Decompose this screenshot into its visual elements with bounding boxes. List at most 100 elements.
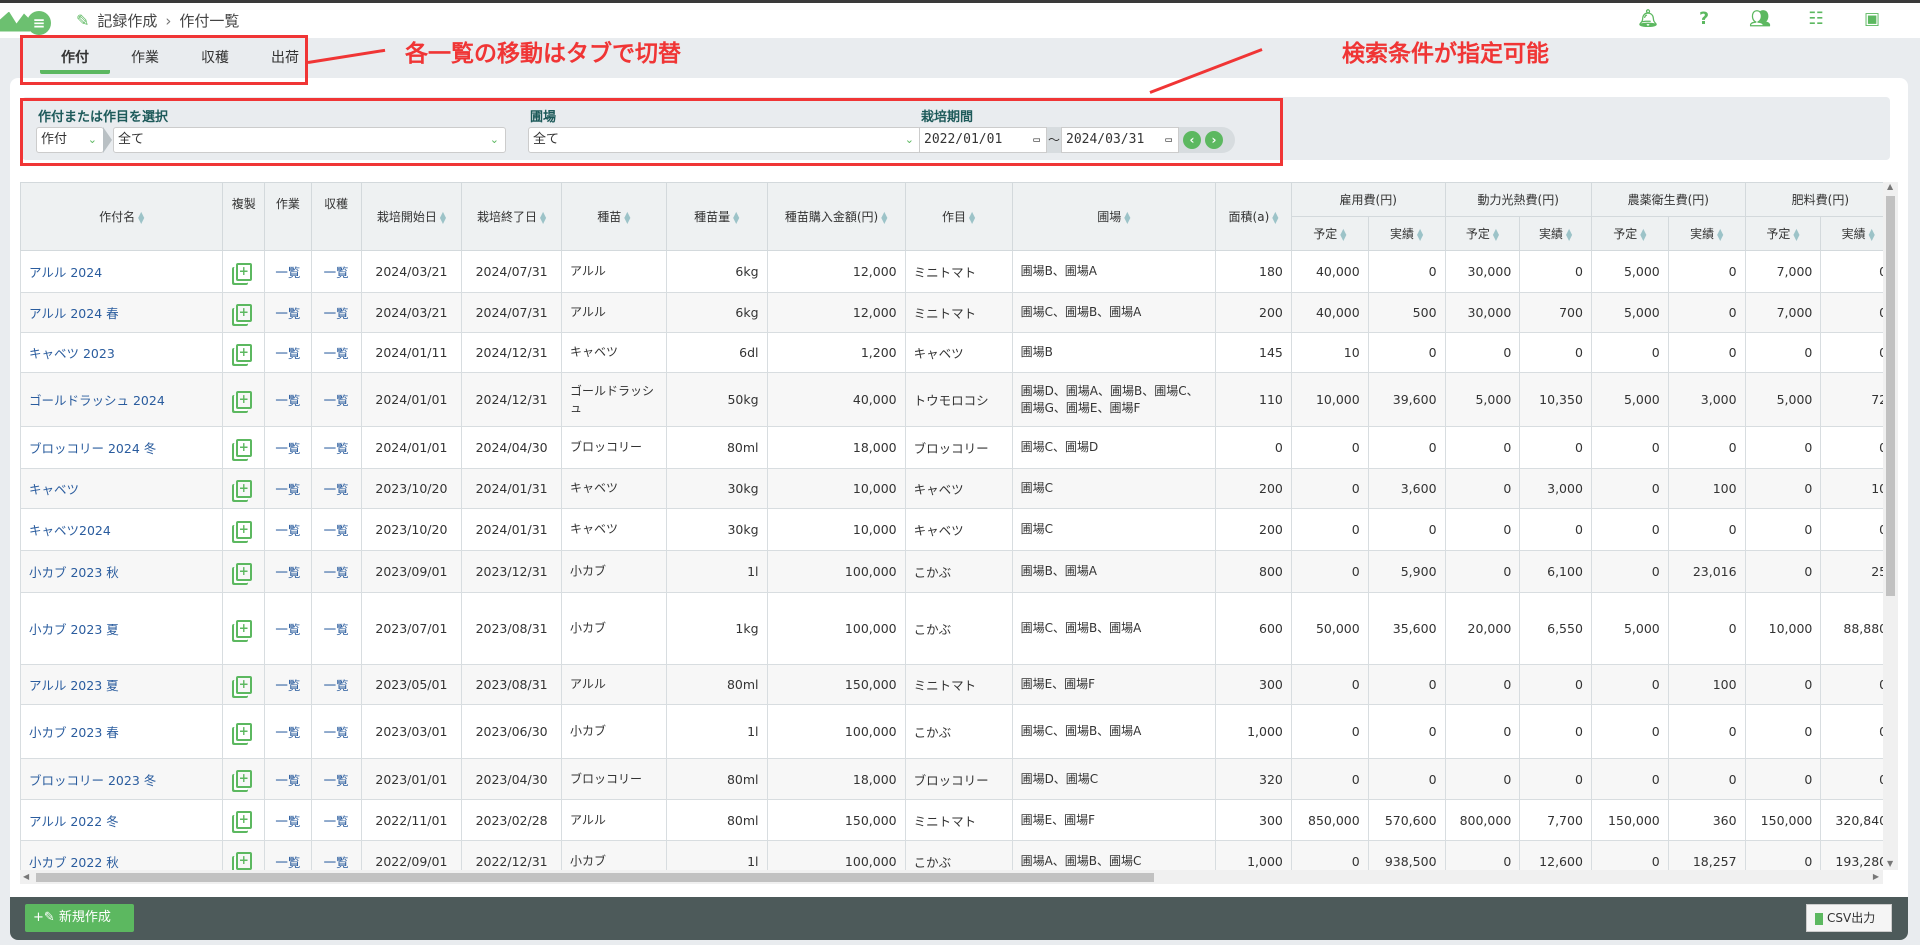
column-header[interactable]: 種苗 ▲ ▼: [560, 182, 667, 251]
help-icon[interactable]: ?: [1676, 9, 1732, 29]
work-list-link[interactable]: 一覧: [275, 393, 300, 408]
crop-name-link[interactable]: アルル 2024: [29, 265, 102, 280]
scroll-thumb[interactable]: [1886, 196, 1895, 596]
crop-name-link[interactable]: ブロッコリー 2023 冬: [29, 773, 156, 788]
copy-icon[interactable]: +: [235, 390, 252, 409]
copy-icon[interactable]: +: [235, 852, 252, 870]
sort-icon[interactable]: ▲ ▼: [1417, 227, 1423, 241]
sort-icon[interactable]: ▲ ▼: [1793, 227, 1799, 241]
column-header[interactable]: 面積(a) ▲ ▼: [1215, 182, 1292, 251]
sort-icon[interactable]: ▲ ▼: [624, 210, 630, 224]
sort-icon[interactable]: ▲ ▼: [969, 210, 975, 224]
harvest-list-link[interactable]: 一覧: [324, 482, 349, 497]
work-list-link[interactable]: 一覧: [275, 306, 300, 321]
column-header[interactable]: 作付名 ▲ ▼: [20, 182, 224, 251]
breadcrumb-record[interactable]: 記録作成: [97, 10, 157, 31]
work-list-link[interactable]: 一覧: [275, 565, 300, 580]
column-header[interactable]: 栽培終了日 ▲ ▼: [461, 182, 562, 251]
menu-icon[interactable]: ≡: [27, 10, 51, 35]
crop-name-link[interactable]: アルル 2022 冬: [29, 814, 119, 829]
harvest-list-link[interactable]: 一覧: [324, 306, 349, 321]
column-subheader[interactable]: 実績 ▲ ▼: [1667, 216, 1746, 251]
crop-name-link[interactable]: キャベツ: [29, 482, 79, 497]
sort-icon[interactable]: ▲ ▼: [1869, 227, 1875, 241]
copy-icon[interactable]: +: [235, 770, 252, 788]
sort-icon[interactable]: ▲ ▼: [1566, 227, 1572, 241]
harvest-list-link[interactable]: 一覧: [324, 678, 349, 693]
work-list-link[interactable]: 一覧: [275, 482, 300, 497]
harvest-list-link[interactable]: 一覧: [324, 265, 349, 280]
column-subheader[interactable]: 予定 ▲ ▼: [1444, 216, 1521, 251]
sort-icon[interactable]: ▲ ▼: [540, 210, 546, 224]
column-header[interactable]: 栽培開始日 ▲ ▼: [360, 182, 463, 251]
column-header[interactable]: 収穫: [310, 182, 362, 251]
copy-icon[interactable]: +: [235, 343, 252, 362]
scroll-up-icon[interactable]: ▲: [1887, 182, 1893, 191]
column-subheader[interactable]: 実績 ▲ ▼: [1367, 216, 1446, 251]
work-list-link[interactable]: 一覧: [275, 855, 300, 870]
list-settings-icon[interactable]: ☷: [1788, 9, 1844, 29]
column-subheader[interactable]: 実績 ▲ ▼: [1820, 216, 1883, 251]
copy-icon[interactable]: +: [235, 438, 252, 457]
vertical-scrollbar[interactable]: ▲ ▼: [1883, 182, 1898, 870]
harvest-list-link[interactable]: 一覧: [324, 441, 349, 456]
copy-icon[interactable]: +: [235, 303, 252, 322]
sort-icon[interactable]: ▲ ▼: [1124, 210, 1130, 224]
harvest-list-link[interactable]: 一覧: [324, 346, 349, 361]
column-subheader[interactable]: 予定 ▲ ▼: [1590, 216, 1669, 251]
copy-icon[interactable]: +: [235, 722, 252, 741]
crop-name-link[interactable]: キャベツ 2023: [29, 346, 115, 361]
crop-name-link[interactable]: ブロッコリー 2024 冬: [29, 441, 156, 456]
copy-icon[interactable]: +: [235, 675, 252, 694]
users-icon[interactable]: 👥︎: [1732, 9, 1788, 29]
sort-icon[interactable]: ▲ ▼: [1340, 227, 1346, 241]
column-subheader[interactable]: 予定 ▲ ▼: [1290, 216, 1369, 251]
work-list-link[interactable]: 一覧: [275, 678, 300, 693]
sort-icon[interactable]: ▲ ▼: [138, 210, 144, 224]
bell-icon[interactable]: 🔔︎: [1620, 9, 1676, 29]
harvest-list-link[interactable]: 一覧: [324, 393, 349, 408]
harvest-list-link[interactable]: 一覧: [324, 565, 349, 580]
harvest-list-link[interactable]: 一覧: [324, 523, 349, 538]
scroll-left-icon[interactable]: ◀: [23, 872, 29, 881]
harvest-list-link[interactable]: 一覧: [324, 855, 349, 870]
work-list-link[interactable]: 一覧: [275, 523, 300, 538]
work-list-link[interactable]: 一覧: [275, 441, 300, 456]
crop-name-link[interactable]: キャベツ2024: [29, 523, 111, 538]
crop-name-link[interactable]: 小カブ 2022 秋: [29, 855, 119, 870]
column-header[interactable]: 圃場 ▲ ▼: [1011, 182, 1217, 251]
work-list-link[interactable]: 一覧: [275, 814, 300, 829]
sort-icon[interactable]: ▲ ▼: [1272, 210, 1278, 224]
horizontal-scrollbar[interactable]: ◀ ▶: [20, 870, 1883, 884]
harvest-list-link[interactable]: 一覧: [324, 814, 349, 829]
work-list-link[interactable]: 一覧: [275, 622, 300, 637]
work-list-link[interactable]: 一覧: [275, 346, 300, 361]
sort-icon[interactable]: ▲ ▼: [733, 210, 739, 224]
harvest-list-link[interactable]: 一覧: [324, 773, 349, 788]
sort-icon[interactable]: ▲ ▼: [440, 210, 446, 224]
new-button[interactable]: +✎ 新規作成: [25, 904, 134, 932]
column-subheader[interactable]: 実績 ▲ ▼: [1519, 216, 1592, 251]
harvest-list-link[interactable]: 一覧: [324, 725, 349, 740]
crop-name-link[interactable]: 小カブ 2023 秋: [29, 565, 119, 580]
sort-icon[interactable]: ▲ ▼: [881, 210, 887, 224]
column-subheader[interactable]: 予定 ▲ ▼: [1744, 216, 1822, 251]
copy-icon[interactable]: +: [235, 520, 252, 539]
column-header[interactable]: 種苗量 ▲ ▼: [665, 182, 768, 251]
crop-name-link[interactable]: ゴールドラッシュ 2024: [29, 393, 165, 408]
column-header[interactable]: 作業: [264, 182, 312, 251]
harvest-list-link[interactable]: 一覧: [324, 622, 349, 637]
scroll-down-icon[interactable]: ▼: [1887, 859, 1893, 868]
work-list-link[interactable]: 一覧: [275, 773, 300, 788]
csv-export-button[interactable]: CSV出力: [1806, 904, 1892, 932]
column-header[interactable]: 作目 ▲ ▼: [904, 182, 1013, 251]
copy-icon[interactable]: +: [235, 562, 252, 581]
crop-name-link[interactable]: アルル 2023 夏: [29, 678, 119, 693]
column-header[interactable]: 種苗購入金額(円) ▲ ▼: [766, 182, 906, 251]
crop-name-link[interactable]: 小カブ 2023 春: [29, 725, 119, 740]
profile-card-icon[interactable]: ▣: [1844, 9, 1900, 29]
copy-icon[interactable]: +: [235, 262, 252, 281]
sort-icon[interactable]: ▲ ▼: [1493, 227, 1499, 241]
copy-icon[interactable]: +: [235, 479, 252, 498]
scroll-right-icon[interactable]: ▶: [1873, 872, 1879, 881]
